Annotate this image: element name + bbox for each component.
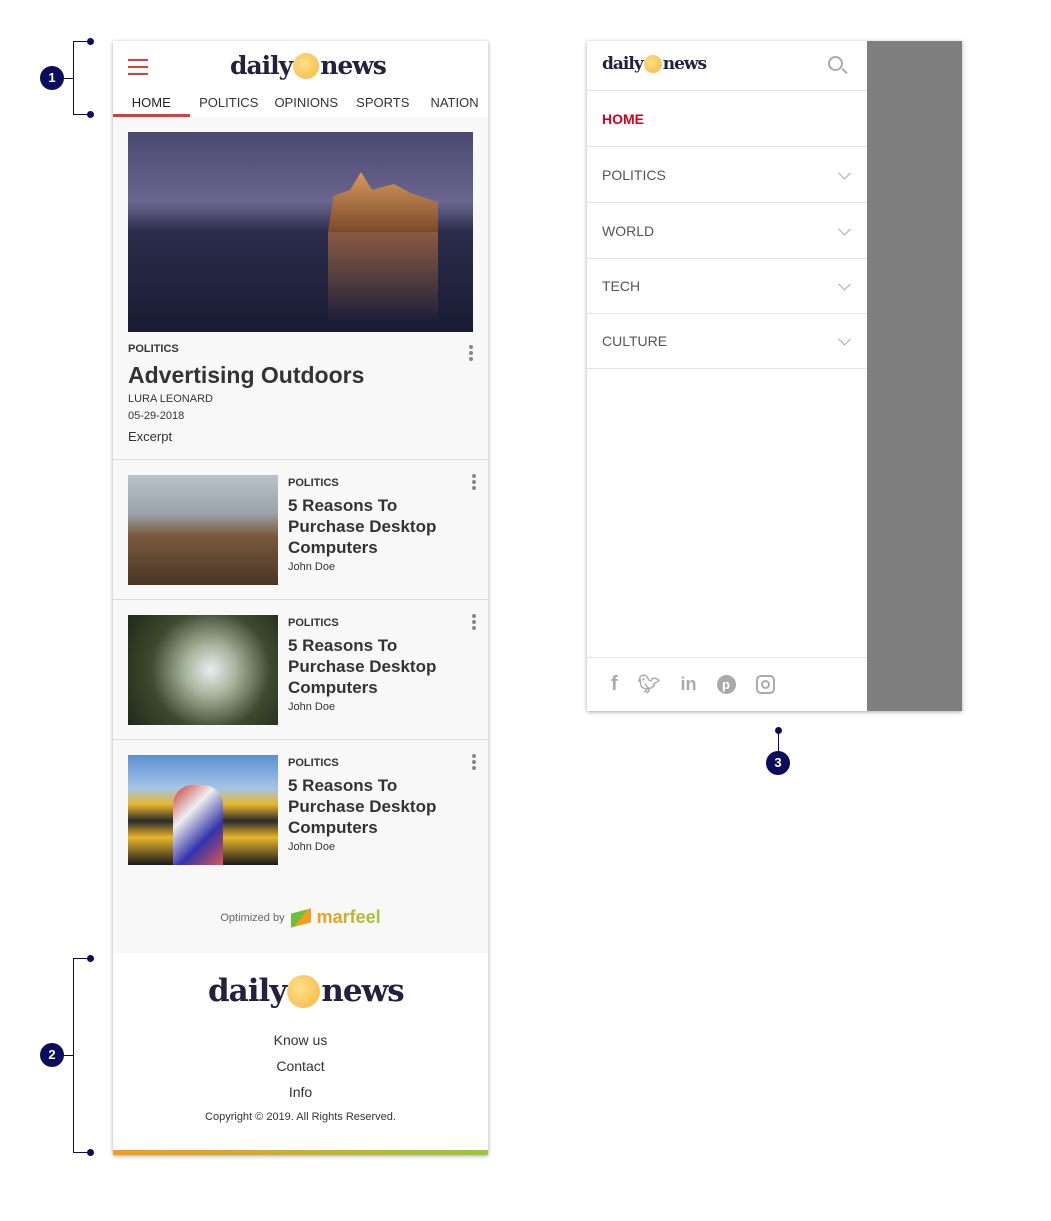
annotation-bracket-1 <box>73 41 74 115</box>
globe-icon <box>287 974 321 1008</box>
tab-sports[interactable]: SPORTS <box>345 88 422 117</box>
header: daily news HOME POLITICS OPINIONS SPORTS … <box>113 41 488 117</box>
globe-icon <box>643 55 662 73</box>
article-author: John Doe <box>288 561 336 573</box>
tab-home[interactable]: HOME <box>113 88 190 117</box>
article-author: John Doe <box>288 701 336 713</box>
hero-author: LURA LEONARD <box>128 393 213 405</box>
annotation-badge-1: 1 <box>40 66 64 90</box>
article-category[interactable]: POLITICS <box>288 617 339 629</box>
logo-text: news <box>320 51 387 80</box>
article-author: John Doe <box>288 841 336 853</box>
annotation-badge-2: 2 <box>40 1043 64 1067</box>
menu-item-home[interactable]: HOME <box>587 91 867 147</box>
article-thumbnail[interactable] <box>128 615 278 725</box>
hero-title[interactable]: Advertising Outdoors <box>128 362 364 389</box>
menu-label: CULTURE <box>602 333 668 349</box>
annotation-badge-3: 3 <box>766 751 790 775</box>
article-category[interactable]: POLITICS <box>288 757 339 769</box>
chevron-down-icon[interactable] <box>838 222 851 236</box>
footer-gradient-bar <box>113 1150 488 1155</box>
article-thumbnail[interactable] <box>128 755 278 865</box>
social-links: f 🐦︎ in p <box>587 657 867 711</box>
menu-drawer-screen: daily news HOME POLITICS WORLD TECH CULTU… <box>587 41 962 711</box>
menu-label: WORLD <box>602 222 655 239</box>
annotation-bracket-2 <box>73 958 74 1153</box>
article-title[interactable]: 5 Reasons To Purchase Desktop Computers <box>288 495 458 558</box>
marfeel-logo-icon <box>290 907 311 928</box>
menu-item-culture[interactable]: CULTURE <box>587 314 867 369</box>
footer-link-know-us[interactable]: Know us <box>113 1027 488 1053</box>
annotation-line-3 <box>778 730 779 752</box>
tab-politics[interactable]: POLITICS <box>190 88 268 117</box>
section-tabs: HOME POLITICS OPINIONS SPORTS NATION <box>113 88 488 117</box>
hero-image[interactable] <box>128 132 473 332</box>
annotation-pin <box>87 111 94 118</box>
drawer-header: daily news <box>587 41 867 91</box>
facebook-icon[interactable]: f <box>611 673 618 696</box>
logo[interactable]: daily news <box>602 54 707 74</box>
annotation-pin <box>87 1149 94 1156</box>
article-item[interactable]: POLITICS 5 Reasons To Purchase Desktop C… <box>113 599 488 739</box>
tab-nation[interactable]: NATION <box>421 88 488 117</box>
twitter-icon[interactable]: 🐦︎ <box>638 674 661 695</box>
article-title[interactable]: 5 Reasons To Purchase Desktop Computers <box>288 635 458 698</box>
globe-icon <box>293 52 320 79</box>
chevron-down-icon[interactable] <box>838 166 851 180</box>
copyright: Copyright © 2019. All Rights Reserved. <box>205 1111 396 1123</box>
article-item[interactable]: POLITICS 5 Reasons To Purchase Desktop C… <box>113 459 488 599</box>
more-options-icon[interactable] <box>469 345 473 363</box>
mobile-home-page: daily news HOME POLITICS OPINIONS SPORTS … <box>113 41 488 1155</box>
logo-text: daily <box>208 973 287 1009</box>
tab-opinions[interactable]: OPINIONS <box>268 88 345 117</box>
linkedin-icon[interactable]: in <box>681 674 697 695</box>
menu-item-politics[interactable]: POLITICS <box>587 147 867 203</box>
chevron-down-icon[interactable] <box>838 332 851 346</box>
optimized-by[interactable]: Optimized by marfeel <box>113 907 488 928</box>
footer-logo[interactable]: daily news <box>208 973 405 1009</box>
annotation-pin <box>87 38 94 45</box>
hero-category[interactable]: POLITICS <box>128 343 179 355</box>
logo-text: daily <box>602 54 644 74</box>
marfeel-brand: marfeel <box>316 907 381 927</box>
hero-date: 05-29-2018 <box>128 410 185 422</box>
footer-link-info[interactable]: Info <box>113 1079 488 1105</box>
article-item[interactable]: POLITICS 5 Reasons To Purchase Desktop C… <box>113 739 488 879</box>
hamburger-menu-icon[interactable] <box>128 59 148 75</box>
menu-item-world[interactable]: WORLD <box>587 203 867 259</box>
footer-links: Know us Contact Info <box>113 1027 488 1105</box>
article-thumbnail[interactable] <box>128 475 278 585</box>
annotation-pin <box>87 955 94 962</box>
more-options-icon[interactable] <box>472 754 476 772</box>
pinterest-icon[interactable]: p <box>716 675 736 694</box>
drawer-overlay[interactable] <box>867 41 962 711</box>
menu-item-tech[interactable]: TECH <box>587 259 867 314</box>
menu-drawer: daily news HOME POLITICS WORLD TECH CULTU… <box>587 41 867 711</box>
menu-label: POLITICS <box>602 166 666 183</box>
chevron-down-icon[interactable] <box>838 277 851 291</box>
article-title[interactable]: 5 Reasons To Purchase Desktop Computers <box>288 775 458 838</box>
logo-text: news <box>662 54 707 74</box>
hero-excerpt: Excerpt <box>128 429 173 444</box>
instagram-icon[interactable] <box>755 675 775 694</box>
optimized-label: Optimized by <box>220 911 285 924</box>
more-options-icon[interactable] <box>472 474 476 492</box>
logo-text: daily <box>230 51 293 80</box>
article-category[interactable]: POLITICS <box>288 477 339 489</box>
footer-link-contact[interactable]: Contact <box>113 1053 488 1079</box>
menu-label: TECH <box>602 278 641 294</box>
logo[interactable]: daily news <box>230 51 387 80</box>
footer: daily news Know us Contact Info Copyright… <box>113 953 488 1155</box>
search-icon[interactable] <box>828 56 848 75</box>
logo-text: news <box>321 973 404 1009</box>
more-options-icon[interactable] <box>472 614 476 632</box>
